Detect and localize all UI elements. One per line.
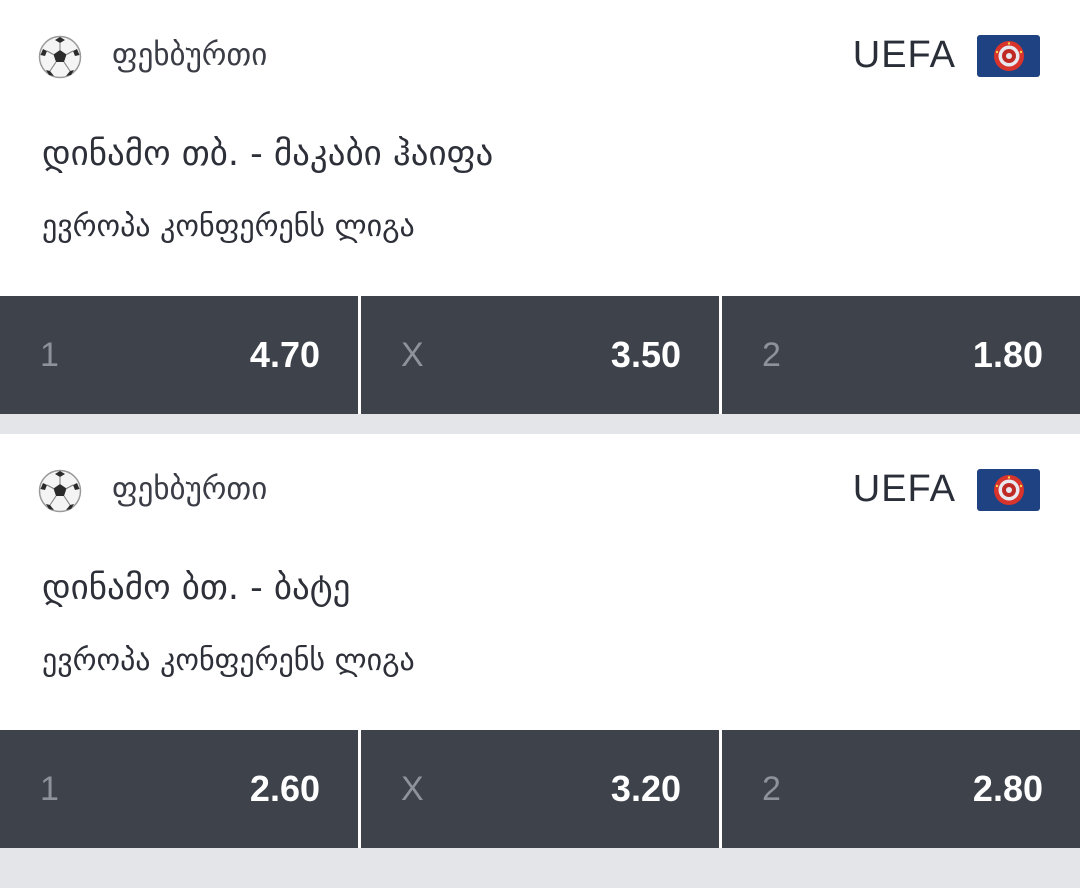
organization-label: UEFA <box>852 468 956 510</box>
odds-key: 1 <box>40 769 59 808</box>
odds-button-draw[interactable]: X 3.50 <box>361 296 719 414</box>
sport-label: ფეხბურთი <box>112 37 268 73</box>
league-label: ევროპა კონფერენს ლიგა <box>42 643 415 678</box>
odds-button-draw[interactable]: X 3.20 <box>361 730 719 848</box>
odds-key: 1 <box>40 335 59 374</box>
sport-label: ფეხბურთი <box>112 471 268 507</box>
odds-value: 2.80 <box>972 768 1043 809</box>
odds-row: 1 2.60 X 3.20 2 2.80 <box>0 730 1080 848</box>
match-title[interactable]: დინამო ბთ. - ბატე <box>42 562 350 614</box>
uefa-logo-icon <box>977 35 1040 77</box>
odds-value: 4.70 <box>249 334 320 375</box>
soccer-ball-icon <box>38 469 82 513</box>
odds-value: 3.20 <box>610 768 681 809</box>
odds-value: 3.50 <box>610 334 681 375</box>
odds-key: 2 <box>762 769 781 808</box>
odds-button-home[interactable]: 1 2.60 <box>0 730 358 848</box>
event-card[interactable]: ფეხბურთი UEFA დინამო თბ. - მაკაბი ჰაიფა … <box>0 0 1080 414</box>
sport-header: ფეხბურთი UEFA <box>0 0 1080 110</box>
odds-key: X <box>401 335 424 374</box>
odds-row: 1 4.70 X 3.50 2 1.80 <box>0 296 1080 414</box>
odds-button-away[interactable]: 2 2.80 <box>722 730 1080 848</box>
odds-button-away[interactable]: 2 1.80 <box>722 296 1080 414</box>
odds-value: 1.80 <box>972 334 1043 375</box>
league-label: ევროპა კონფერენს ლიგა <box>42 209 415 244</box>
odds-value: 2.60 <box>249 768 320 809</box>
match-title[interactable]: დინამო თბ. - მაკაბი ჰაიფა <box>42 128 493 180</box>
soccer-ball-icon <box>38 35 82 79</box>
organization-label: UEFA <box>852 34 956 76</box>
uefa-logo-icon <box>977 469 1040 511</box>
odds-button-home[interactable]: 1 4.70 <box>0 296 358 414</box>
sport-header: ფეხბურთი UEFA <box>0 434 1080 544</box>
odds-key: 2 <box>762 335 781 374</box>
odds-key: X <box>401 769 424 808</box>
event-card[interactable]: ფეხბურთი UEFA დინამო ბთ. - ბატე ევროპა კ… <box>0 434 1080 848</box>
